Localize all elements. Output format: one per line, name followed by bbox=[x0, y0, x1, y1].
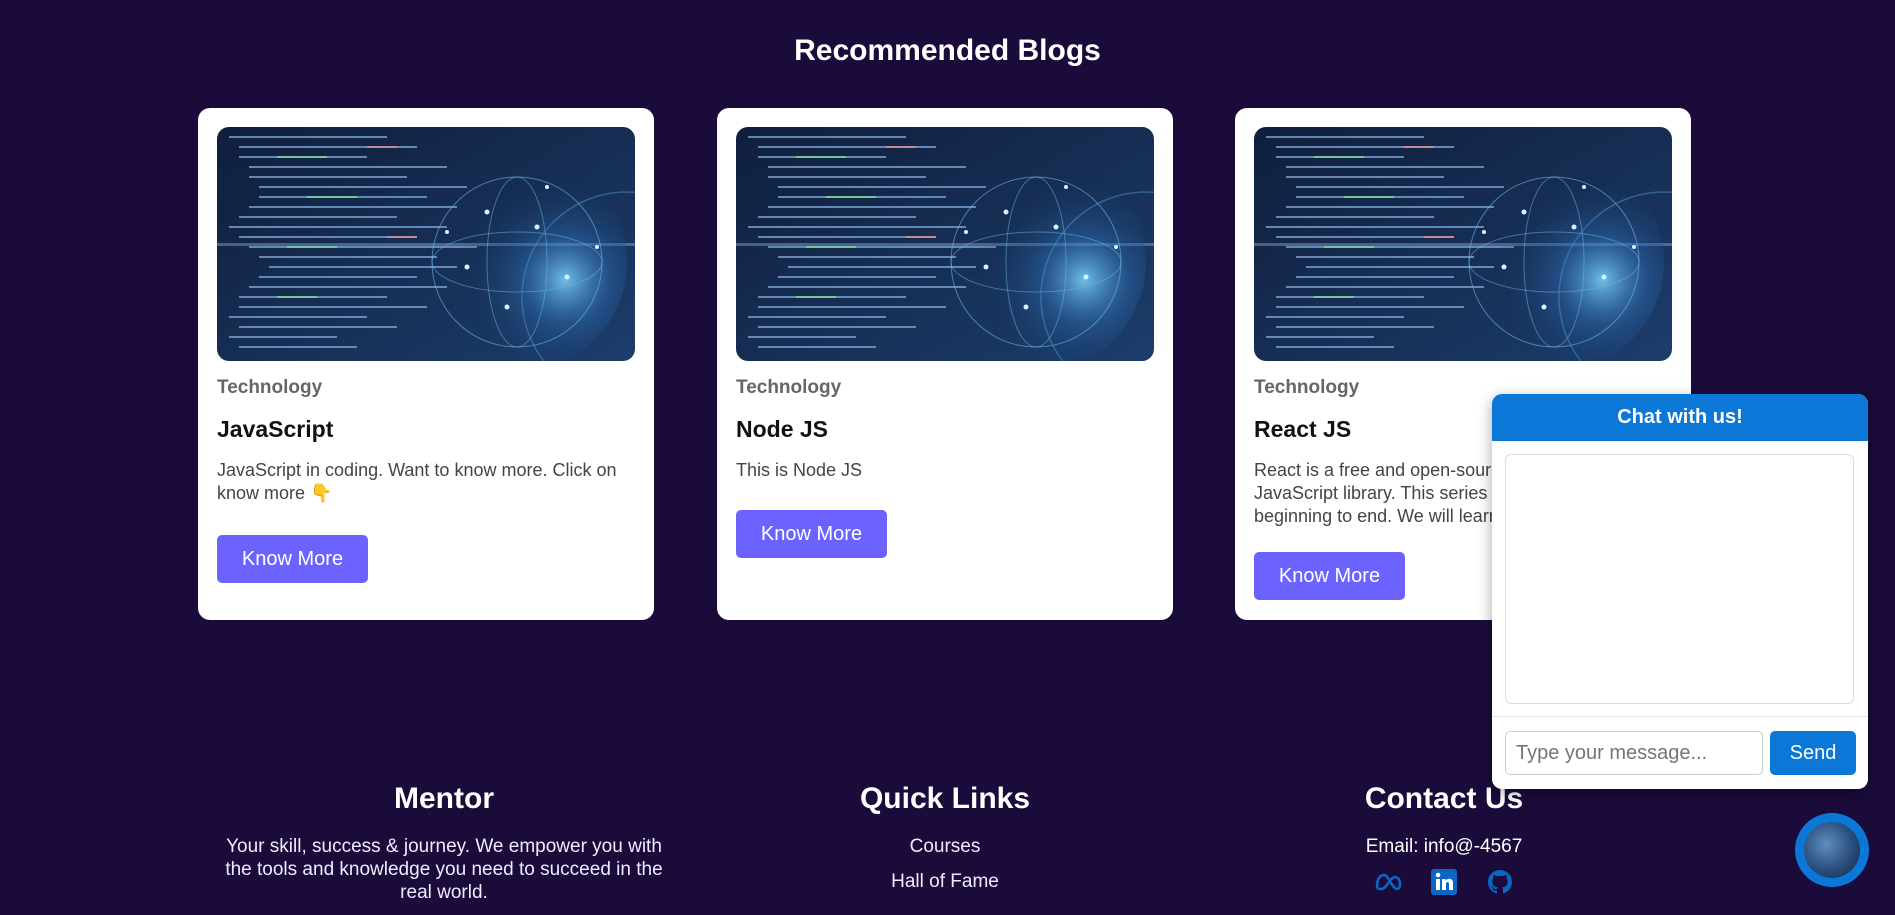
blog-card-image[interactable] bbox=[217, 127, 635, 361]
blog-card-image[interactable] bbox=[736, 127, 1154, 361]
chat-header: Chat with us! bbox=[1492, 394, 1868, 441]
footer-link-courses[interactable]: Courses bbox=[795, 835, 1095, 858]
know-more-button[interactable]: Know More bbox=[736, 510, 887, 558]
chat-send-button[interactable]: Send bbox=[1770, 731, 1856, 775]
chat-avatar-icon bbox=[1804, 822, 1860, 878]
section-title: Recommended Blogs bbox=[794, 34, 1101, 67]
footer-social-links bbox=[1294, 868, 1594, 896]
blog-card-title: JavaScript bbox=[217, 416, 334, 442]
footer-contact-email: Email: info@-4567 bbox=[1365, 836, 1523, 857]
footer-mentor-heading: Mentor bbox=[394, 782, 494, 815]
know-more-button[interactable]: Know More bbox=[217, 535, 368, 583]
blog-card-description: JavaScript in coding. Want to know more.… bbox=[217, 460, 617, 503]
blog-card-category: Technology bbox=[736, 377, 842, 398]
blog-card-title: React JS bbox=[1254, 416, 1352, 442]
chat-toggle-button[interactable] bbox=[1795, 813, 1869, 887]
blog-card-description: This is Node JS bbox=[736, 460, 863, 480]
chat-widget: Chat with us! Send bbox=[1492, 394, 1868, 789]
footer-quick-links: Quick Links Courses Hall of Fame bbox=[795, 782, 1095, 893]
linkedin-icon[interactable] bbox=[1430, 868, 1458, 896]
blog-card-image[interactable] bbox=[1254, 127, 1672, 361]
blog-card-node-js: Technology Node JS This is Node JS Know … bbox=[717, 108, 1173, 620]
know-more-button[interactable]: Know More bbox=[1254, 552, 1405, 600]
footer-mentor: Mentor Your skill, success & journey. We… bbox=[194, 782, 694, 904]
chat-message-input[interactable] bbox=[1505, 731, 1763, 775]
blog-card-javascript: Technology JavaScript JavaScript in codi… bbox=[198, 108, 654, 620]
footer-link-hall-of-fame[interactable]: Hall of Fame bbox=[795, 870, 1095, 893]
footer-mentor-text: Your skill, success & journey. We empowe… bbox=[225, 836, 663, 903]
blog-card-category: Technology bbox=[217, 377, 323, 398]
blog-card-title: Node JS bbox=[736, 416, 829, 442]
footer-quick-links-heading: Quick Links bbox=[859, 782, 1031, 815]
chat-messages-area[interactable] bbox=[1505, 454, 1854, 704]
blog-card-category: Technology bbox=[1254, 377, 1360, 398]
chat-divider bbox=[1492, 716, 1868, 717]
meta-icon[interactable] bbox=[1374, 868, 1402, 896]
footer-contact: Contact Us Email: info@-4567 bbox=[1294, 782, 1594, 896]
github-icon[interactable] bbox=[1486, 868, 1514, 896]
